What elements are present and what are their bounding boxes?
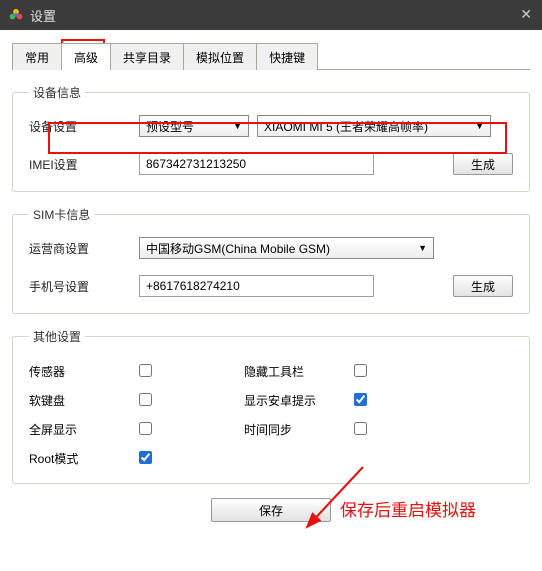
carrier-value: 中国移动GSM(China Mobile GSM) bbox=[146, 240, 330, 257]
caret-down-icon: ▼ bbox=[233, 121, 242, 131]
tab-bar: 常用 高级 共享目录 模拟位置 快捷键 bbox=[12, 42, 530, 70]
hide-toolbar-label: 隐藏工具栏 bbox=[244, 363, 354, 380]
tab-shortcuts[interactable]: 快捷键 bbox=[256, 43, 318, 70]
carrier-select[interactable]: 中国移动GSM(China Mobile GSM) ▼ bbox=[139, 237, 434, 259]
carrier-label: 运营商设置 bbox=[29, 240, 139, 257]
generate-phone-button[interactable]: 生成 bbox=[453, 275, 513, 297]
time-sync-label: 时间同步 bbox=[244, 421, 354, 438]
sim-info-group: SIM卡信息 运营商设置 中国移动GSM(China Mobile GSM) ▼… bbox=[12, 206, 530, 314]
device-info-group: 设备信息 设备设置 预设型号 ▼ XIAOMI MI 5 (王者荣耀高帧率) ▼… bbox=[12, 84, 530, 192]
fullscreen-label: 全屏显示 bbox=[29, 421, 139, 438]
time-sync-checkbox[interactable] bbox=[354, 422, 367, 435]
device-setting-label: 设备设置 bbox=[29, 118, 139, 135]
device-model-select[interactable]: XIAOMI MI 5 (王者荣耀高帧率) ▼ bbox=[257, 115, 491, 137]
phone-input[interactable] bbox=[139, 275, 374, 297]
soft-keyboard-label: 软键盘 bbox=[29, 392, 139, 409]
imei-label: IMEI设置 bbox=[29, 156, 139, 173]
show-android-hint-label: 显示安卓提示 bbox=[244, 392, 354, 409]
phone-label: 手机号设置 bbox=[29, 278, 139, 295]
window-title: 设置 bbox=[30, 6, 56, 25]
show-android-hint-checkbox[interactable] bbox=[354, 393, 367, 406]
hide-toolbar-checkbox[interactable] bbox=[354, 364, 367, 377]
imei-input[interactable] bbox=[139, 153, 374, 175]
device-info-legend: 设备信息 bbox=[29, 84, 85, 101]
caret-down-icon: ▼ bbox=[475, 121, 484, 131]
other-settings-group: 其他设置 传感器 隐藏工具栏 软键盘 显示安卓提示 全屏显示 时间同步 Root… bbox=[12, 328, 530, 484]
save-button[interactable]: 保存 bbox=[211, 498, 331, 522]
tab-shared-dir[interactable]: 共享目录 bbox=[110, 43, 184, 70]
device-preset-value: 预设型号 bbox=[146, 118, 194, 135]
device-model-value: XIAOMI MI 5 (王者荣耀高帧率) bbox=[264, 118, 428, 135]
generate-imei-button[interactable]: 生成 bbox=[453, 153, 513, 175]
app-logo-icon bbox=[8, 7, 24, 23]
fullscreen-checkbox[interactable] bbox=[139, 422, 152, 435]
sensor-label: 传感器 bbox=[29, 363, 139, 380]
caret-down-icon: ▼ bbox=[418, 243, 427, 253]
other-settings-legend: 其他设置 bbox=[29, 328, 85, 345]
close-icon[interactable]: ✕ bbox=[520, 6, 532, 23]
sim-info-legend: SIM卡信息 bbox=[29, 206, 94, 223]
root-mode-checkbox[interactable] bbox=[139, 451, 152, 464]
tab-advanced[interactable]: 高级 bbox=[61, 43, 111, 70]
soft-keyboard-checkbox[interactable] bbox=[139, 393, 152, 406]
sensor-checkbox[interactable] bbox=[139, 364, 152, 377]
window-titlebar: 设置 ✕ bbox=[0, 0, 542, 30]
tab-mock-location[interactable]: 模拟位置 bbox=[183, 43, 257, 70]
root-mode-label: Root模式 bbox=[29, 450, 139, 467]
tab-common[interactable]: 常用 bbox=[12, 43, 62, 70]
device-preset-select[interactable]: 预设型号 ▼ bbox=[139, 115, 249, 137]
